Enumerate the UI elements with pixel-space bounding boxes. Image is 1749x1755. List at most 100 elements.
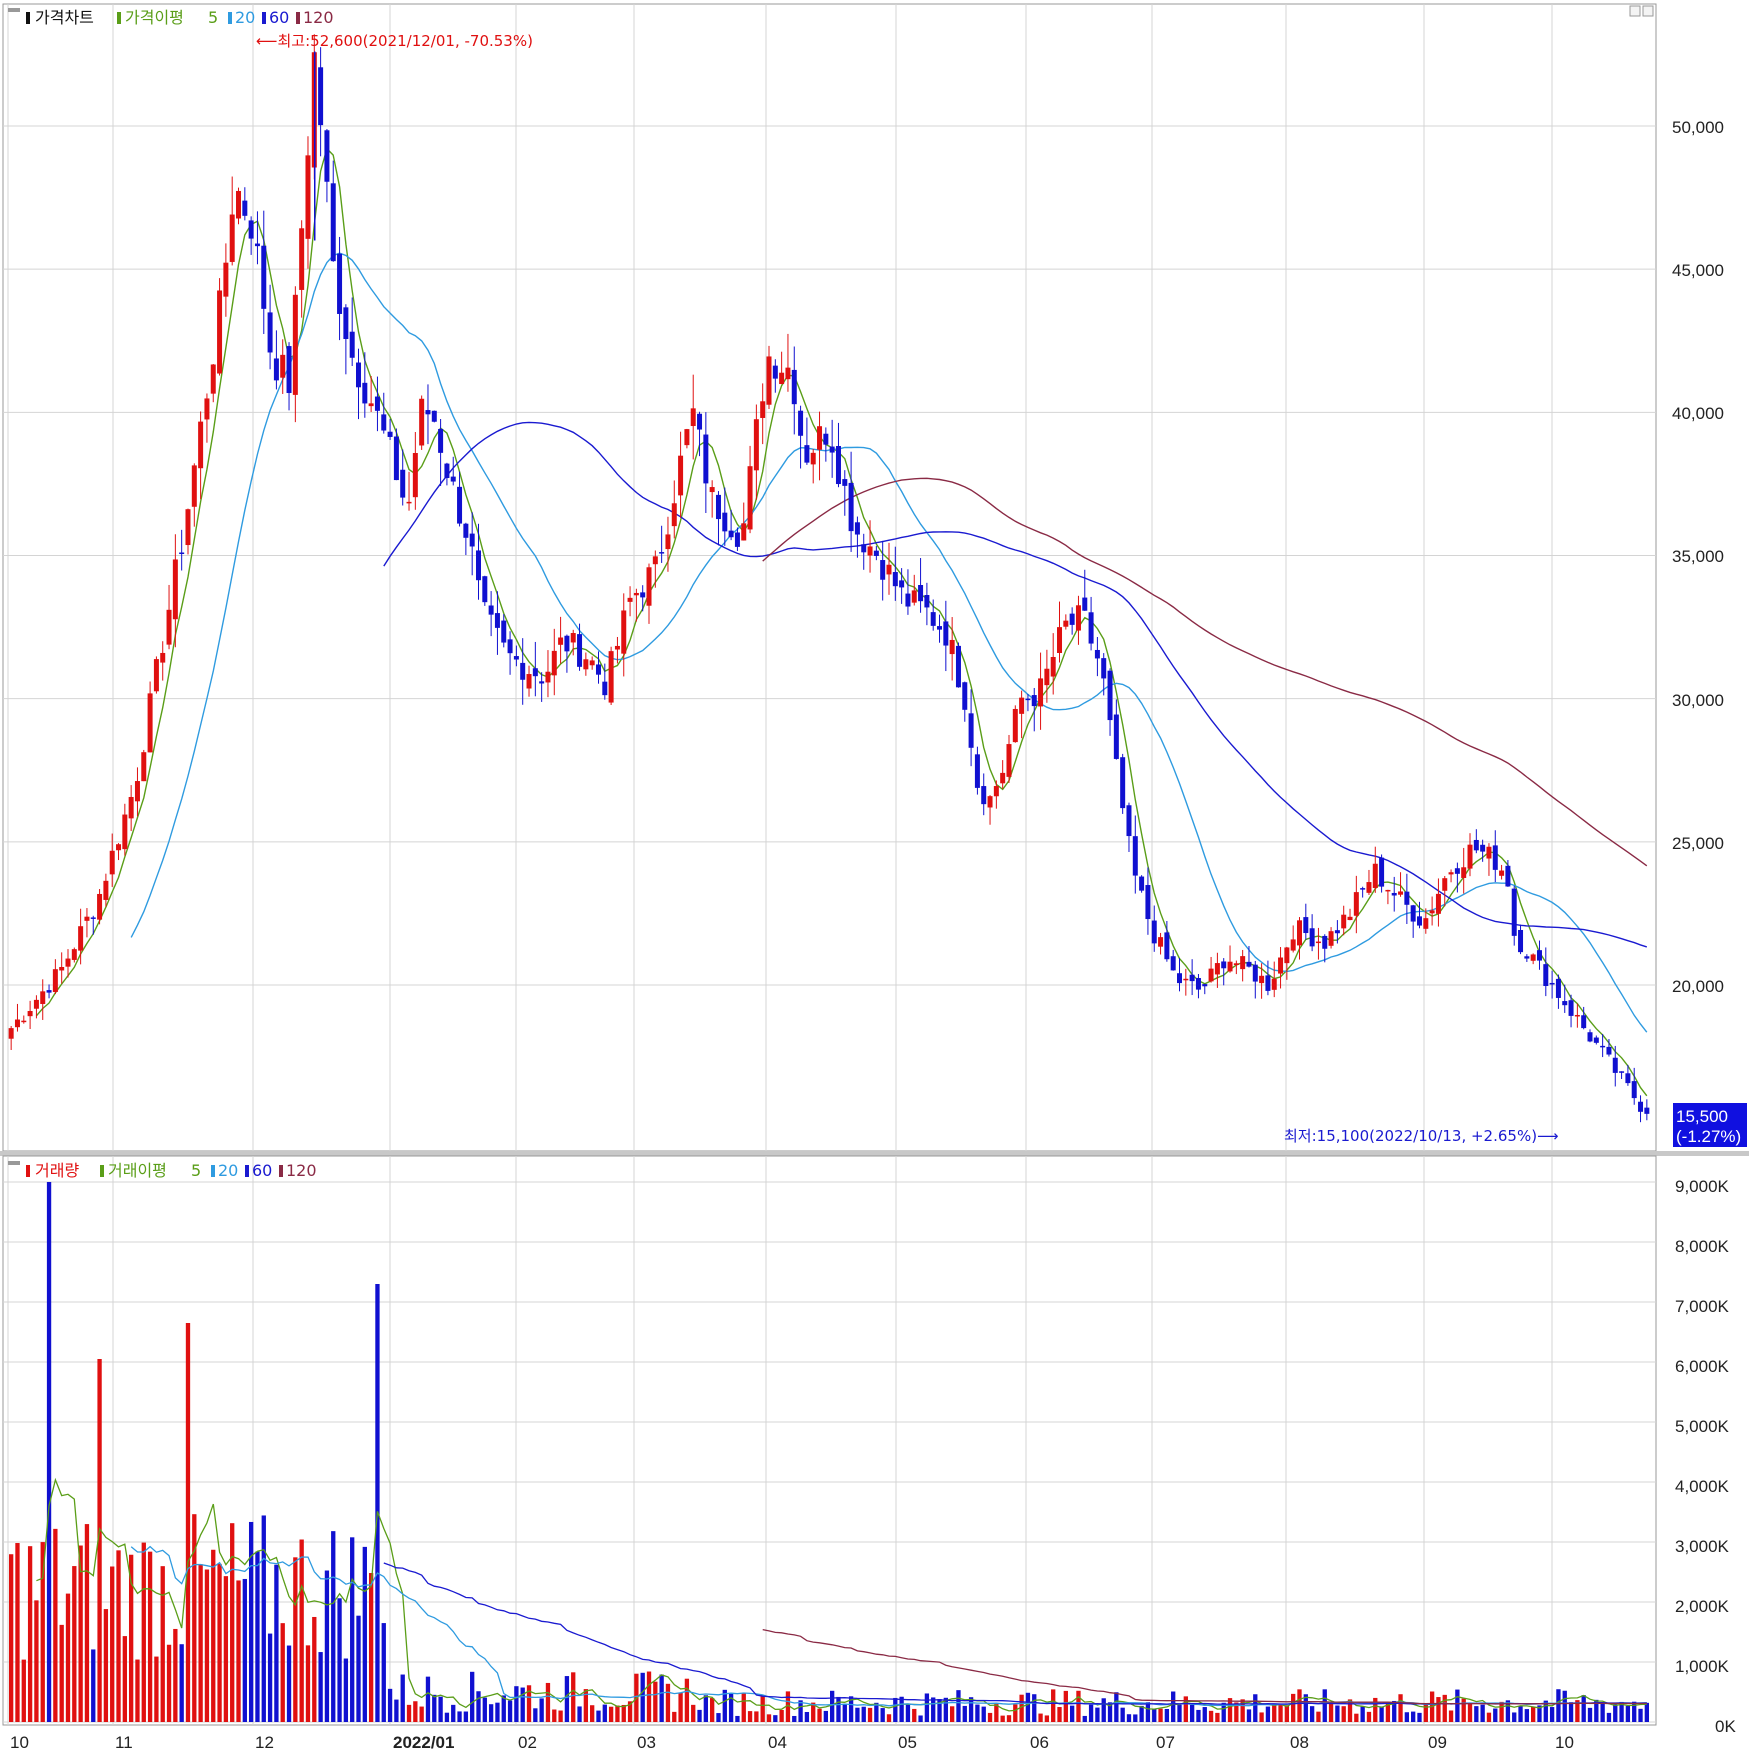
candle-body <box>1271 978 1277 990</box>
candle-body <box>1265 975 1271 991</box>
candle-body <box>955 645 961 688</box>
candle-body <box>1120 757 1126 809</box>
candle-body <box>1214 963 1220 975</box>
volume-bar <box>653 1681 658 1722</box>
candle-body <box>299 228 305 290</box>
volume-bar <box>394 1699 399 1722</box>
volume-bar <box>1171 1691 1176 1722</box>
candle-body <box>532 668 538 677</box>
candle-body <box>1259 975 1265 984</box>
candle-body <box>785 367 791 380</box>
candle-body <box>1341 914 1347 929</box>
candle-body <box>1505 865 1511 887</box>
volume-bar <box>773 1715 778 1722</box>
candle-body <box>1246 961 1252 967</box>
candle-body <box>993 786 999 797</box>
candle-body <box>753 419 759 471</box>
candle-body <box>1240 956 1246 970</box>
x-tick-label: 03 <box>637 1733 656 1752</box>
candle-body <box>166 609 172 645</box>
candle-body <box>968 713 974 748</box>
candle-body <box>261 245 267 309</box>
volume-bar <box>571 1672 576 1722</box>
volume-bar <box>1120 1707 1125 1722</box>
volume-bar <box>741 1693 746 1722</box>
candle-body <box>425 410 431 415</box>
candle-body <box>684 429 690 446</box>
candle-body <box>59 966 65 971</box>
volume-bar <box>861 1706 866 1722</box>
volume-bar <box>899 1696 904 1722</box>
volume-bar <box>356 1615 361 1722</box>
candle-body <box>1069 613 1075 625</box>
volume-bar <box>1625 1705 1631 1722</box>
candle-body <box>1391 892 1397 896</box>
price-tick-label: 30,000 <box>1672 691 1724 710</box>
candle-body <box>678 455 684 496</box>
price-legend-ma5: 5 <box>208 8 218 27</box>
candle-body <box>1031 695 1037 707</box>
legend-menu-icon[interactable] <box>8 1161 20 1165</box>
volume-bar <box>1284 1705 1290 1722</box>
panel-divider[interactable] <box>0 1151 1749 1156</box>
volume-bar <box>684 1678 690 1722</box>
candle-body <box>810 452 816 465</box>
volume-bar <box>1082 1715 1087 1722</box>
volume-bar <box>1499 1701 1504 1722</box>
volume-bar <box>1404 1712 1410 1722</box>
volume-bar <box>962 1705 967 1722</box>
volume-bar <box>697 1709 702 1722</box>
price-panel-minimize-icon[interactable] <box>1629 5 1641 17</box>
candle-body <box>191 465 197 507</box>
volume-bar <box>438 1696 443 1722</box>
x-tick-label: 02 <box>518 1733 537 1752</box>
legend-swatch-price <box>26 12 30 24</box>
volume-bar <box>116 1550 121 1722</box>
candle-body <box>1549 982 1555 985</box>
candle-body <box>122 814 128 850</box>
candle-body <box>943 621 949 646</box>
volume-bar <box>1448 1710 1454 1722</box>
candle-body <box>1372 863 1378 888</box>
volume-bar <box>842 1703 847 1722</box>
legend-swatch-ma5 <box>117 12 121 24</box>
price-panel-close-icon[interactable] <box>1642 5 1654 17</box>
candle-body <box>1088 612 1094 644</box>
x-tick-label: 08 <box>1290 1733 1309 1752</box>
candle-body <box>8 1028 14 1039</box>
candle-body <box>1290 939 1296 951</box>
volume-bar <box>590 1705 595 1722</box>
volume-bar <box>179 1644 184 1722</box>
volume-bar <box>855 1707 860 1722</box>
volume-bar <box>305 1645 311 1722</box>
volume-bar <box>1215 1712 1220 1722</box>
volume-bar <box>211 1549 216 1722</box>
volume-bar <box>1606 1712 1612 1722</box>
volume-bar <box>747 1711 753 1722</box>
volume-bar <box>552 1709 557 1722</box>
volume-bar <box>280 1623 285 1722</box>
candle-body <box>1183 978 1189 981</box>
candle-body <box>911 590 917 603</box>
x-tick-label: 10 <box>1555 1733 1574 1752</box>
x-tick-label: 12 <box>255 1733 274 1752</box>
volume-bar <box>21 1659 26 1722</box>
candle-body <box>930 612 936 626</box>
volume-bar <box>1291 1693 1296 1722</box>
candle-body <box>1619 1071 1625 1073</box>
candle-body <box>817 426 823 450</box>
candle-body <box>633 592 639 596</box>
candle-body <box>349 331 355 358</box>
candle-body <box>406 501 412 504</box>
volume-bar <box>381 1623 386 1722</box>
volume-bar <box>514 1686 519 1722</box>
legend-menu-icon[interactable] <box>8 8 20 12</box>
volume-bar <box>166 1644 172 1722</box>
candle-body <box>450 476 456 482</box>
candle-body <box>1366 882 1372 893</box>
candle-body <box>153 659 159 692</box>
volume-bar <box>716 1713 721 1722</box>
legend-swatch-vma5 <box>100 1165 104 1177</box>
volume-bar <box>324 1570 330 1722</box>
volume-bar <box>1613 1704 1618 1722</box>
